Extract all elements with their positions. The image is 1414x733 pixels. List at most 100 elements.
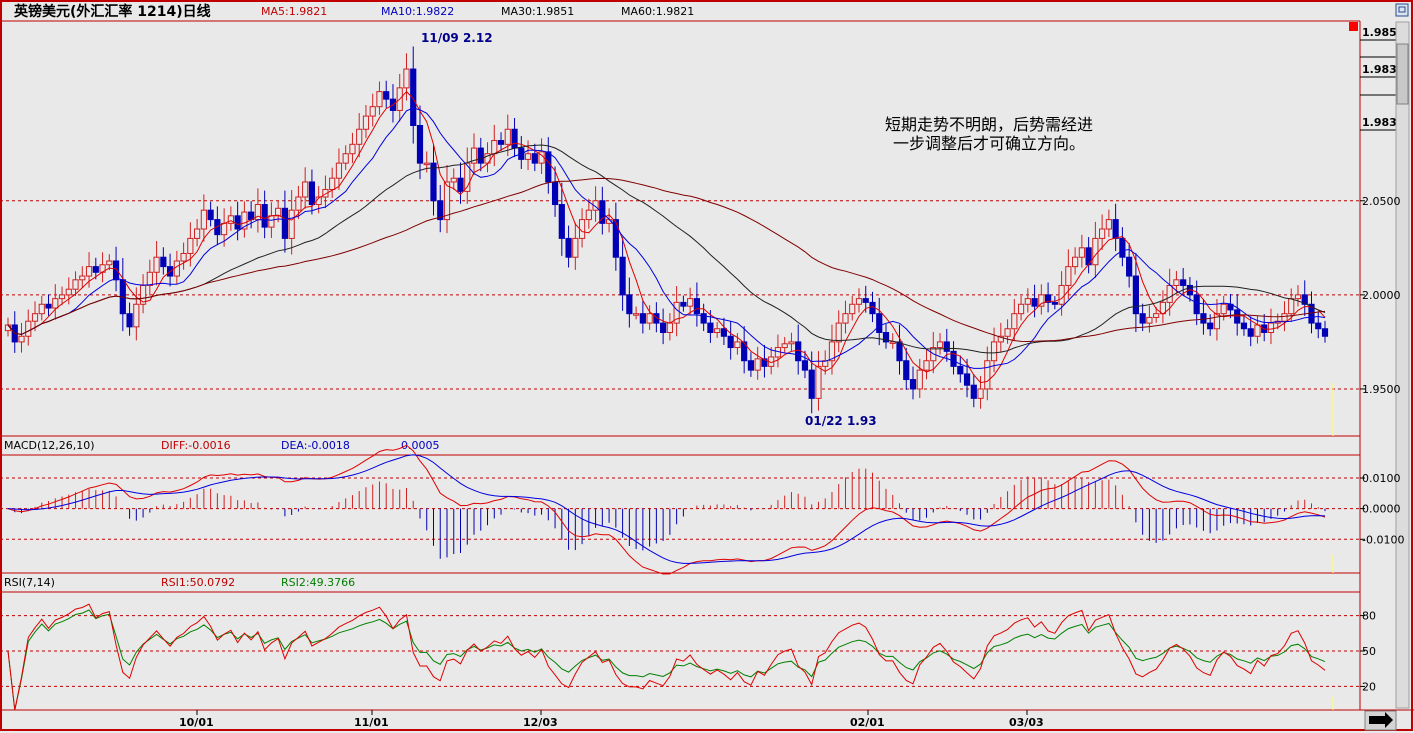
candle-body bbox=[1193, 294, 1200, 315]
candle-body bbox=[160, 256, 167, 268]
candle-body bbox=[112, 260, 120, 281]
candle-body bbox=[1105, 219, 1112, 230]
candle-body bbox=[477, 147, 484, 164]
macd-title: MACD(12,26,10) bbox=[4, 439, 95, 452]
price-tick-label: 2.0000 bbox=[1362, 289, 1401, 302]
candle-body bbox=[457, 177, 464, 192]
candle-body bbox=[261, 204, 268, 228]
candle-body bbox=[835, 322, 842, 343]
candle-body bbox=[1058, 284, 1065, 305]
candle-body bbox=[970, 384, 977, 399]
candle-body bbox=[180, 252, 187, 262]
candle-body bbox=[781, 343, 788, 349]
macd-tick-label: 0.0000 bbox=[1362, 503, 1401, 516]
candle-body bbox=[106, 260, 113, 266]
candle-body bbox=[720, 328, 728, 337]
candle-body bbox=[92, 266, 99, 273]
candle-body bbox=[403, 68, 410, 89]
candle-body bbox=[990, 341, 998, 362]
candle-body bbox=[896, 341, 903, 362]
candle-body bbox=[133, 303, 140, 328]
candle-body bbox=[383, 91, 390, 100]
candle-body bbox=[504, 128, 511, 145]
high-annotation: 11/09 2.12 bbox=[421, 31, 493, 45]
candle-body bbox=[734, 341, 741, 349]
candle-body bbox=[666, 322, 673, 334]
candle-body bbox=[58, 294, 66, 300]
candle-body bbox=[329, 177, 336, 190]
candle-body bbox=[572, 237, 579, 258]
candle-body bbox=[1051, 301, 1058, 305]
rsi-tick-label: 80 bbox=[1362, 610, 1376, 623]
candle-body bbox=[855, 298, 863, 305]
candle-body bbox=[984, 360, 991, 390]
candle-body bbox=[369, 106, 376, 117]
candle-body bbox=[1153, 313, 1160, 318]
candle-body bbox=[1173, 279, 1180, 286]
date-tick-label: 12/03 bbox=[523, 716, 558, 729]
rsi2-label: RSI2:49.3766 bbox=[281, 576, 355, 589]
rsi-tick-label: 20 bbox=[1362, 680, 1376, 693]
price-tick-label: 2.0500 bbox=[1362, 195, 1401, 208]
maximize-button[interactable] bbox=[1395, 3, 1409, 17]
red-marker-icon bbox=[1349, 22, 1358, 31]
candle-body bbox=[335, 162, 343, 179]
candle-body bbox=[1247, 328, 1254, 337]
candle-body bbox=[1207, 322, 1214, 330]
ma10-label: MA10:1.9822 bbox=[381, 5, 454, 18]
price-tick-label: 1.9500 bbox=[1362, 383, 1401, 396]
stock-chart: 英镑美元(外汇汇率 1214)日线 MA5:1.9821 MA10:1.9822… bbox=[0, 0, 1414, 731]
candle-body bbox=[1126, 256, 1133, 277]
candle-body bbox=[1180, 279, 1187, 286]
candle-body bbox=[1031, 298, 1038, 307]
candle-body bbox=[936, 341, 944, 349]
candle-body bbox=[923, 360, 930, 371]
ma60-label: MA60:1.9821 bbox=[621, 5, 694, 18]
candle-body bbox=[957, 365, 964, 375]
candle-body bbox=[146, 271, 153, 286]
candle-body bbox=[903, 360, 910, 381]
candle-body bbox=[25, 320, 32, 337]
candle-body bbox=[65, 288, 72, 296]
candle-body bbox=[1281, 313, 1288, 322]
candle-body bbox=[1004, 328, 1011, 337]
candle-body bbox=[876, 313, 883, 334]
candle-body bbox=[376, 91, 383, 108]
candle-body bbox=[558, 204, 565, 239]
macd-diff-line bbox=[7, 444, 1326, 575]
candle-body bbox=[1112, 219, 1119, 239]
candle-body bbox=[714, 328, 721, 333]
candle-body bbox=[1119, 237, 1126, 258]
candle-body bbox=[450, 177, 457, 183]
candle-body bbox=[497, 140, 505, 145]
macd-diff-label: DIFF:-0.0016 bbox=[161, 439, 231, 452]
candle-body bbox=[1213, 313, 1221, 330]
candle-body bbox=[349, 143, 356, 155]
candle-body bbox=[639, 313, 646, 324]
scrollbar-thumb[interactable] bbox=[1396, 43, 1409, 105]
candle-body bbox=[268, 215, 275, 228]
macd-tick-label: -0.0100 bbox=[1362, 533, 1404, 546]
candle-body bbox=[1146, 316, 1153, 324]
candle-body bbox=[727, 335, 734, 349]
macd-tick-label: 0.0100 bbox=[1362, 472, 1401, 485]
candle-body bbox=[1254, 324, 1261, 337]
candle-body bbox=[531, 153, 538, 164]
candle-body bbox=[815, 365, 822, 399]
candle-body bbox=[234, 215, 241, 230]
candle-body bbox=[1038, 294, 1045, 307]
macd-dea-label: DEA:-0.0018 bbox=[281, 439, 350, 452]
candle-body bbox=[302, 181, 309, 198]
candle-body bbox=[342, 153, 349, 164]
candle-body bbox=[79, 275, 86, 281]
candle-body bbox=[1065, 266, 1072, 286]
rsi-title: RSI(7,14) bbox=[4, 576, 55, 589]
candle-body bbox=[1072, 256, 1079, 268]
candle-body bbox=[754, 358, 761, 371]
candle-body bbox=[1288, 298, 1295, 315]
vertical-scrollbar[interactable] bbox=[1395, 21, 1410, 709]
rsi2-line bbox=[7, 609, 1326, 711]
candle-body bbox=[646, 313, 653, 324]
ma5-line bbox=[7, 90, 1326, 384]
rsi1-line bbox=[7, 603, 1326, 711]
